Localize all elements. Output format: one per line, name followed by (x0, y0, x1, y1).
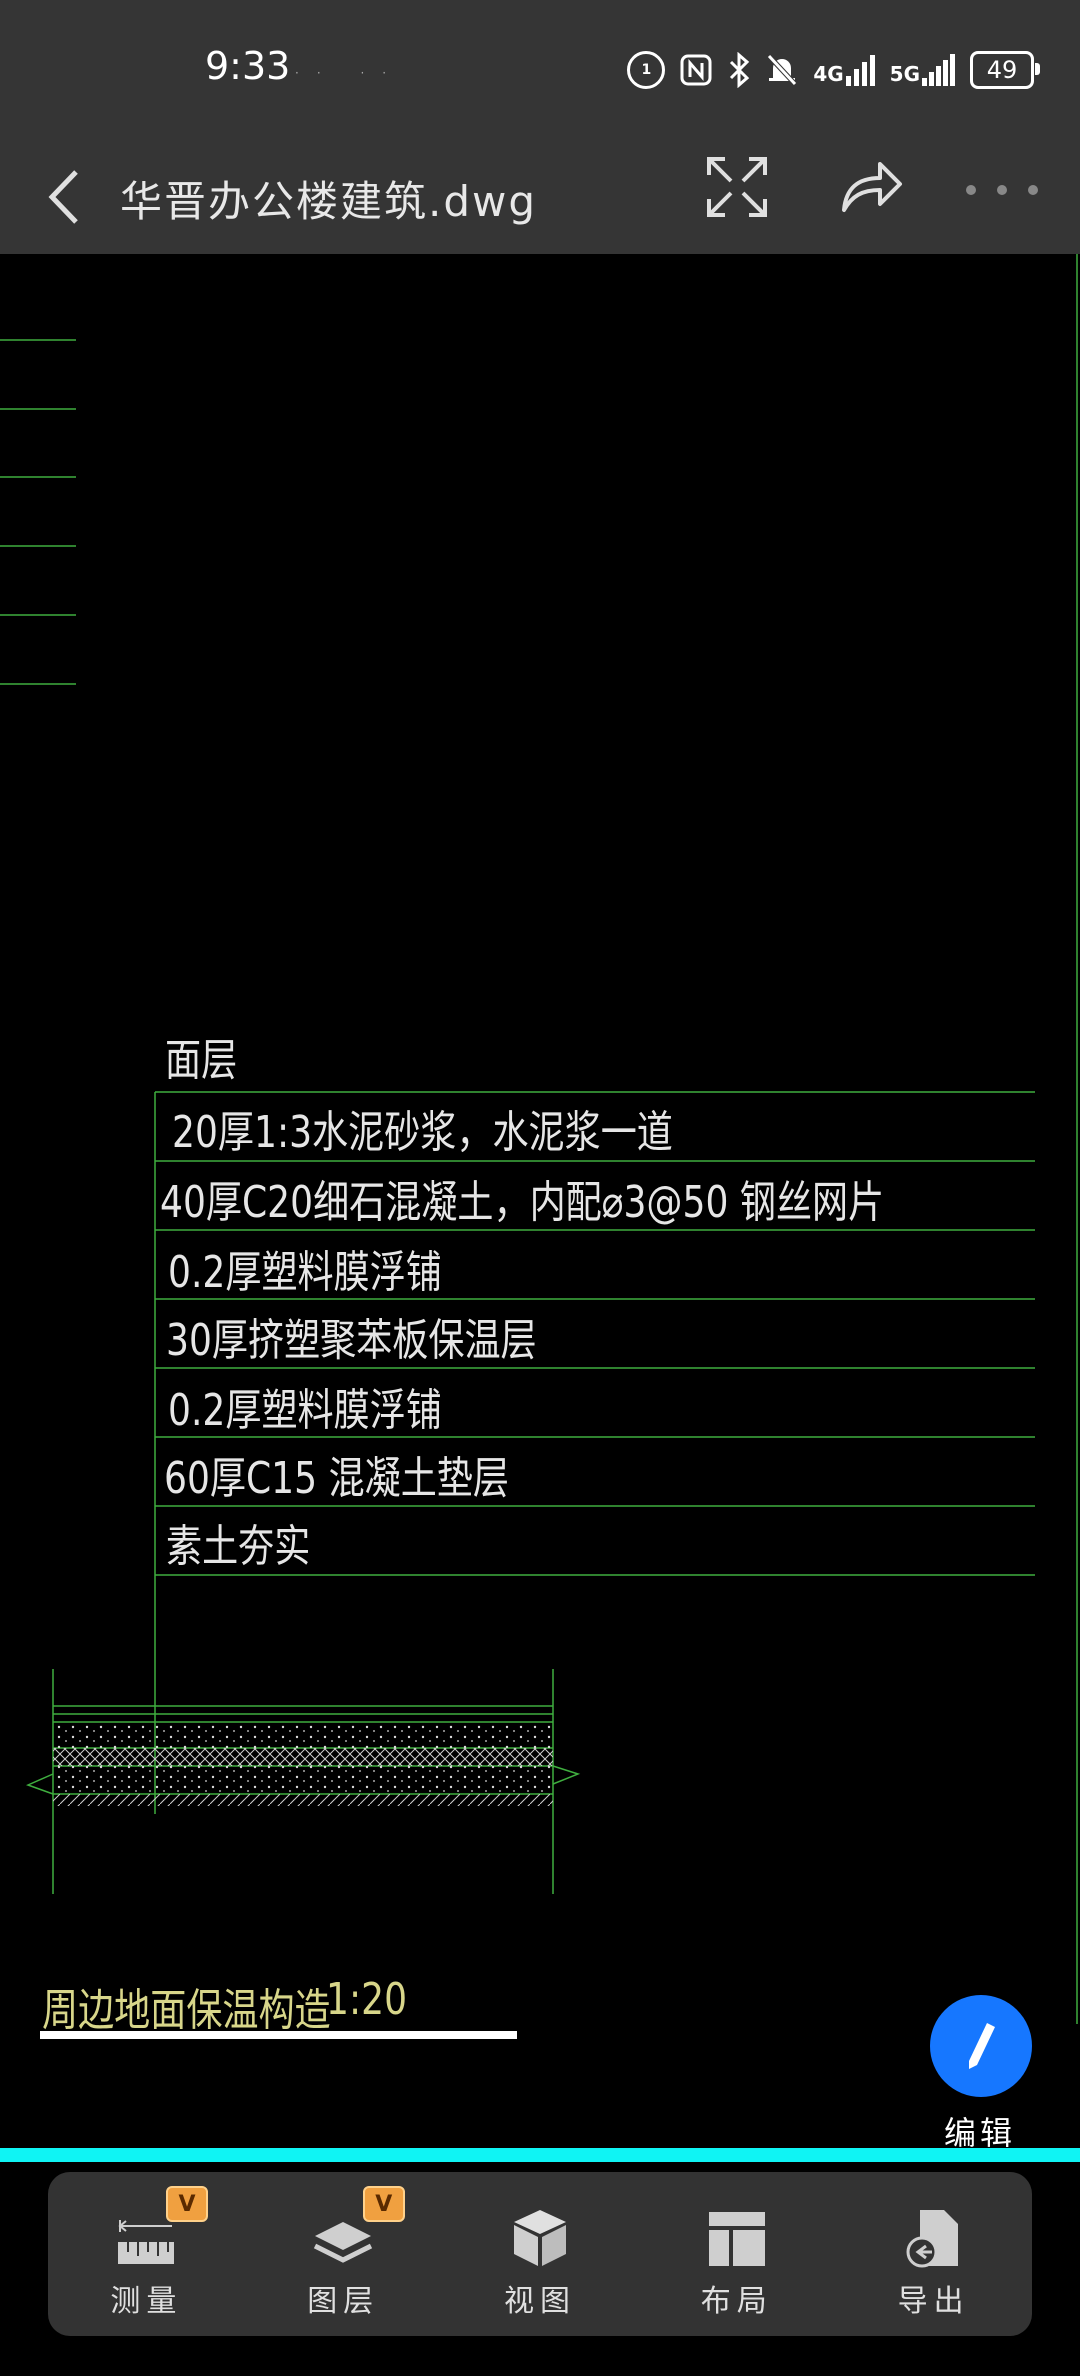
status-notification-dots: ·· ·· (295, 66, 405, 80)
status-icons: 1 4G 5G 49 (627, 44, 1040, 96)
hd-icon: 1 (627, 51, 666, 89)
selection-highlight-line (0, 2148, 1080, 2162)
toolbar-measure[interactable]: V 测量 (48, 2172, 245, 2336)
status-time: 9:33 (205, 44, 291, 88)
cube-icon (513, 2210, 566, 2266)
layer-header: 面层 (165, 1035, 238, 1086)
toolbar-view-label: 视图 (503, 2284, 576, 2319)
layer-4: 30厚挤塑聚苯板保温层 (166, 1315, 537, 1366)
toolbar-layout[interactable]: 布局 (638, 2172, 835, 2336)
network-4g-label: 4G (813, 62, 844, 86)
network-5g-label: 5G (889, 62, 920, 86)
layout-icon (708, 2212, 765, 2266)
more-menu-icon[interactable] (965, 184, 1040, 196)
bluetooth-icon (730, 52, 750, 88)
pencil-icon (969, 2023, 995, 2069)
battery-level: 49 (986, 56, 1018, 84)
fullscreen-icon[interactable] (705, 155, 769, 219)
section-hatching (53, 1722, 553, 1806)
toolbar-view[interactable]: 视图 (442, 2172, 639, 2336)
back-arrow-icon[interactable] (40, 162, 90, 232)
signal-4g-icon: 4G (813, 54, 875, 86)
mute-bell-icon (767, 54, 798, 86)
battery-indicator: 49 (970, 51, 1040, 89)
nfc-icon (680, 54, 712, 86)
drawing-scale: 1:20 (326, 1974, 408, 2025)
layer-2: 40厚C20细石混凝土，内配⌀3@50 钢丝网片 (160, 1177, 885, 1228)
file-title: 华晋办公楼建筑.dwg (120, 177, 538, 226)
share-icon[interactable] (838, 158, 904, 216)
title-bar: 华晋办公楼建筑.dwg (0, 140, 1080, 254)
layer-1: 20厚1:3水泥砂浆，水泥浆一道 (172, 1107, 673, 1158)
toolbar-layers[interactable]: V 图层 (245, 2172, 442, 2336)
signal-5g-icon: 5G (890, 54, 956, 86)
layer-5: 0.2厚塑料膜浮铺 (168, 1385, 442, 1436)
top-bar: 9:33 ·· ·· 1 4G 5G 49 华晋办公楼建筑.dwg (0, 0, 1080, 254)
vip-badge: V (362, 2186, 405, 2222)
toolbar-layout-label: 布局 (700, 2284, 773, 2319)
vip-badge: V (166, 2186, 208, 2222)
export-icon (906, 2210, 958, 2268)
layer-3: 0.2厚塑料膜浮铺 (168, 1247, 442, 1298)
drawing-canvas[interactable]: 面层 20厚1:3水泥砂浆，水泥浆一道 40厚C20细石混凝土，内配⌀3@50 … (0, 254, 1080, 2154)
bottom-toolbar: V 测量 V 图层 视图 布局 导出 (48, 2172, 1032, 2336)
toolbar-export[interactable]: 导出 (835, 2172, 1032, 2336)
toolbar-export-label: 导出 (897, 2284, 970, 2319)
layer-7: 素土夯实 (166, 1521, 311, 1572)
layer-6: 60厚C15 混凝土垫层 (164, 1453, 509, 1504)
toolbar-measure-label: 测量 (110, 2284, 183, 2319)
edit-button[interactable] (930, 1995, 1032, 2097)
drawing-caption: 周边地面保温构造 (42, 1985, 331, 2036)
toolbar-layers-label: 图层 (307, 2284, 380, 2319)
app-root: 9:33 ·· ·· 1 4G 5G 49 华晋办公楼建筑.dwg 面层 20厚… (0, 0, 1080, 2376)
